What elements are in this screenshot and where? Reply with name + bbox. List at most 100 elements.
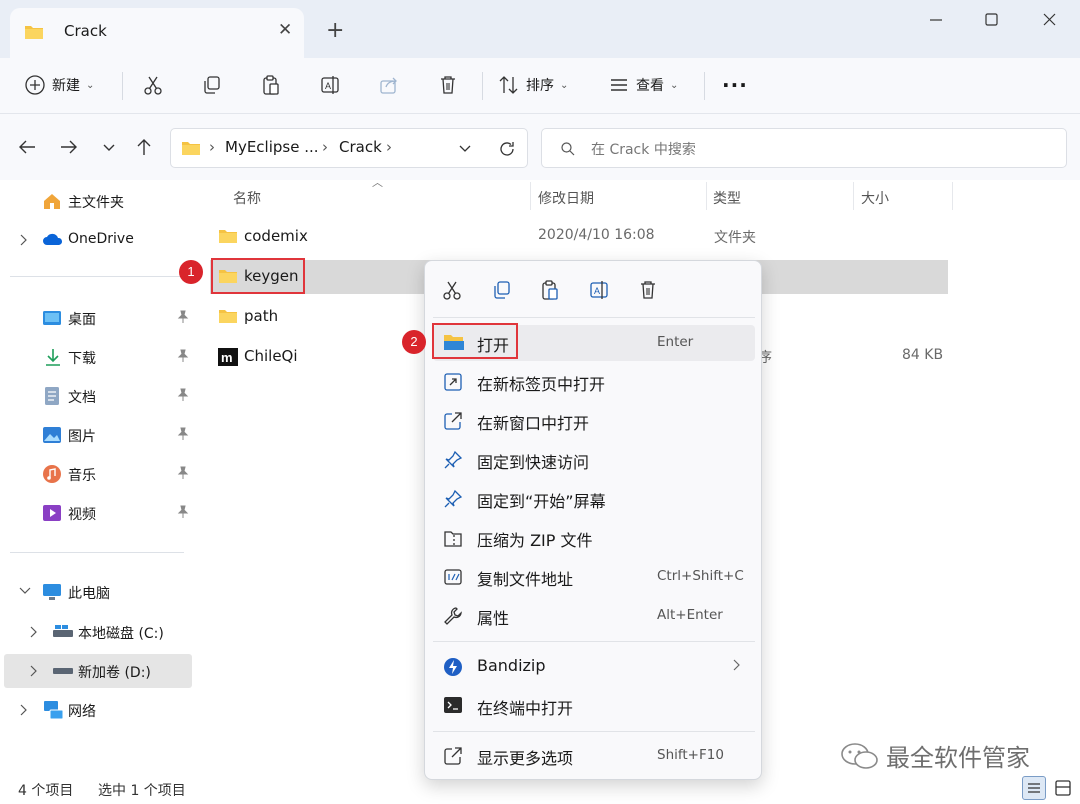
copy-menu-button[interactable] bbox=[491, 279, 513, 305]
pin-icon[interactable] bbox=[176, 427, 190, 445]
view-button[interactable]: 查看 ⌄ bbox=[608, 70, 678, 100]
show-more-icon bbox=[444, 747, 462, 765]
pin-icon[interactable] bbox=[176, 349, 190, 367]
breadcrumb-crack[interactable]: Crack bbox=[339, 138, 382, 156]
desktop-icon bbox=[43, 311, 61, 325]
rename-button[interactable]: A bbox=[319, 70, 341, 100]
svg-text:A: A bbox=[325, 81, 331, 91]
menu-item-open-new-window[interactable]: 在新窗口中打开 bbox=[433, 403, 755, 439]
search-box[interactable]: 在 Crack 中搜索 bbox=[541, 128, 1067, 168]
up-button[interactable] bbox=[133, 136, 155, 162]
sidebar-item-home[interactable]: 主文件夹 bbox=[4, 184, 192, 218]
chevron-right-icon[interactable] bbox=[28, 625, 40, 643]
menu-item-label: 在新窗口中打开 bbox=[477, 414, 590, 433]
new-tab-button[interactable]: + bbox=[326, 18, 344, 43]
menu-item-open-terminal[interactable]: 在终端中打开 bbox=[433, 688, 755, 724]
pin-icon[interactable] bbox=[176, 466, 190, 484]
sidebar-item-drive-c[interactable]: 本地磁盘 (C:) bbox=[4, 615, 192, 649]
pin-icon[interactable] bbox=[176, 388, 190, 406]
menu-item-copy-path[interactable]: 复制文件地址 Ctrl+Shift+C bbox=[433, 559, 755, 595]
cut-button[interactable] bbox=[142, 70, 164, 100]
column-header-name[interactable]: 名称 bbox=[233, 188, 261, 208]
chevron-down-icon bbox=[459, 145, 471, 152]
sidebar-item-network[interactable]: 网络 bbox=[4, 693, 192, 727]
sidebar-item-this-pc[interactable]: 此电脑 bbox=[4, 575, 192, 609]
refresh-button[interactable] bbox=[497, 139, 517, 163]
details-view-button[interactable] bbox=[1022, 776, 1046, 800]
pin-icon[interactable] bbox=[176, 310, 190, 328]
cut-icon bbox=[144, 76, 162, 95]
recent-locations-button[interactable] bbox=[98, 136, 120, 162]
file-size: 84 KB bbox=[902, 347, 944, 363]
minimize-button[interactable] bbox=[916, 6, 956, 34]
back-button[interactable] bbox=[16, 136, 38, 162]
address-bar[interactable]: › MyEclipse ... › Crack › bbox=[170, 128, 528, 168]
menu-item-open-new-tab[interactable]: 在新标签页中打开 bbox=[433, 364, 755, 400]
menu-item-bandizip[interactable]: Bandizip bbox=[433, 649, 755, 685]
breadcrumb-separator-icon: › bbox=[209, 138, 215, 156]
rename-menu-button[interactable]: A bbox=[588, 279, 610, 305]
menu-item-compress-zip[interactable]: 压缩为 ZIP 文件 bbox=[433, 520, 755, 556]
chevron-down-icon: ⌄ bbox=[560, 79, 569, 91]
share-button[interactable] bbox=[378, 70, 400, 100]
paste-button[interactable] bbox=[260, 70, 282, 100]
menu-item-label: 固定到“开始”屏幕 bbox=[477, 492, 606, 511]
sidebar-item-drive-d[interactable]: 新加卷 (D:) bbox=[4, 654, 192, 688]
copy-button[interactable] bbox=[201, 70, 223, 100]
paste-menu-button[interactable] bbox=[539, 279, 561, 305]
delete-button[interactable] bbox=[437, 70, 459, 100]
paste-icon bbox=[263, 75, 279, 95]
column-header-date[interactable]: 修改日期 bbox=[538, 188, 594, 208]
file-name: ChileQi bbox=[244, 347, 298, 365]
menu-item-show-more-options[interactable]: 显示更多选项 Shift+F10 bbox=[433, 738, 755, 774]
copy-icon bbox=[494, 281, 510, 299]
menu-item-pin-start[interactable]: 固定到“开始”屏幕 bbox=[433, 481, 755, 517]
forward-button[interactable] bbox=[58, 136, 80, 162]
sidebar-item-downloads[interactable]: 下载 bbox=[4, 340, 192, 374]
pin-icon[interactable] bbox=[176, 505, 190, 523]
sidebar-item-videos[interactable]: 视频 bbox=[4, 496, 192, 530]
address-dropdown-button[interactable] bbox=[456, 139, 474, 161]
menu-item-label: 在终端中打开 bbox=[477, 699, 574, 718]
sidebar-item-desktop[interactable]: 桌面 bbox=[4, 301, 192, 335]
chevron-right-icon[interactable] bbox=[18, 703, 30, 721]
sort-button[interactable]: 排序 ⌄ bbox=[498, 70, 568, 100]
sidebar-item-documents[interactable]: 文档 bbox=[4, 379, 192, 413]
chevron-right-icon[interactable] bbox=[28, 664, 40, 682]
plus-circle-icon bbox=[25, 75, 45, 95]
refresh-icon bbox=[500, 142, 514, 156]
tab-close-icon[interactable]: ✕ bbox=[278, 20, 292, 40]
file-row-codemix[interactable]: codemix 2020/4/10 16:08 文件夹 bbox=[210, 220, 948, 254]
column-header-type[interactable]: 类型 bbox=[713, 188, 741, 208]
close-window-button[interactable] bbox=[1029, 6, 1069, 34]
sort-label: 排序 bbox=[526, 78, 554, 94]
breadcrumb-myeclipse[interactable]: MyEclipse ... bbox=[225, 138, 319, 156]
sidebar-item-onedrive[interactable]: OneDrive bbox=[4, 223, 192, 257]
tab-crack[interactable]: Crack ✕ bbox=[10, 8, 304, 58]
menu-item-pin-quick-access[interactable]: 固定到快速访问 bbox=[433, 442, 755, 478]
menu-item-properties[interactable]: 属性 Alt+Enter bbox=[433, 598, 755, 634]
sidebar-label: 音乐 bbox=[68, 468, 96, 484]
menu-item-label: 复制文件地址 bbox=[477, 570, 574, 589]
maximize-button[interactable] bbox=[971, 6, 1011, 34]
sidebar-item-pictures[interactable]: 图片 bbox=[4, 418, 192, 452]
more-options-button[interactable]: ··· bbox=[722, 70, 748, 100]
paste-icon bbox=[542, 280, 558, 300]
sidebar-label: 桌面 bbox=[68, 312, 96, 328]
toolbar-separator bbox=[122, 72, 123, 100]
breadcrumb-separator-icon: › bbox=[322, 138, 328, 156]
new-button[interactable]: 新建 ⌄ bbox=[24, 70, 94, 100]
column-header-size[interactable]: 大小 bbox=[861, 188, 889, 208]
menu-item-label: 在新标签页中打开 bbox=[477, 375, 606, 394]
sidebar-item-music[interactable]: 音乐 bbox=[4, 457, 192, 491]
chevron-down-icon[interactable] bbox=[18, 585, 32, 601]
tiles-view-button[interactable] bbox=[1052, 777, 1074, 803]
cut-menu-button[interactable] bbox=[441, 279, 463, 305]
tab-title: Crack bbox=[64, 22, 107, 40]
copy-path-icon bbox=[444, 569, 462, 585]
chevron-right-icon[interactable] bbox=[18, 233, 30, 251]
sort-icon bbox=[499, 76, 518, 94]
sidebar-label: 图片 bbox=[68, 429, 96, 445]
cloud-icon bbox=[43, 233, 63, 245]
delete-menu-button[interactable] bbox=[637, 279, 659, 305]
